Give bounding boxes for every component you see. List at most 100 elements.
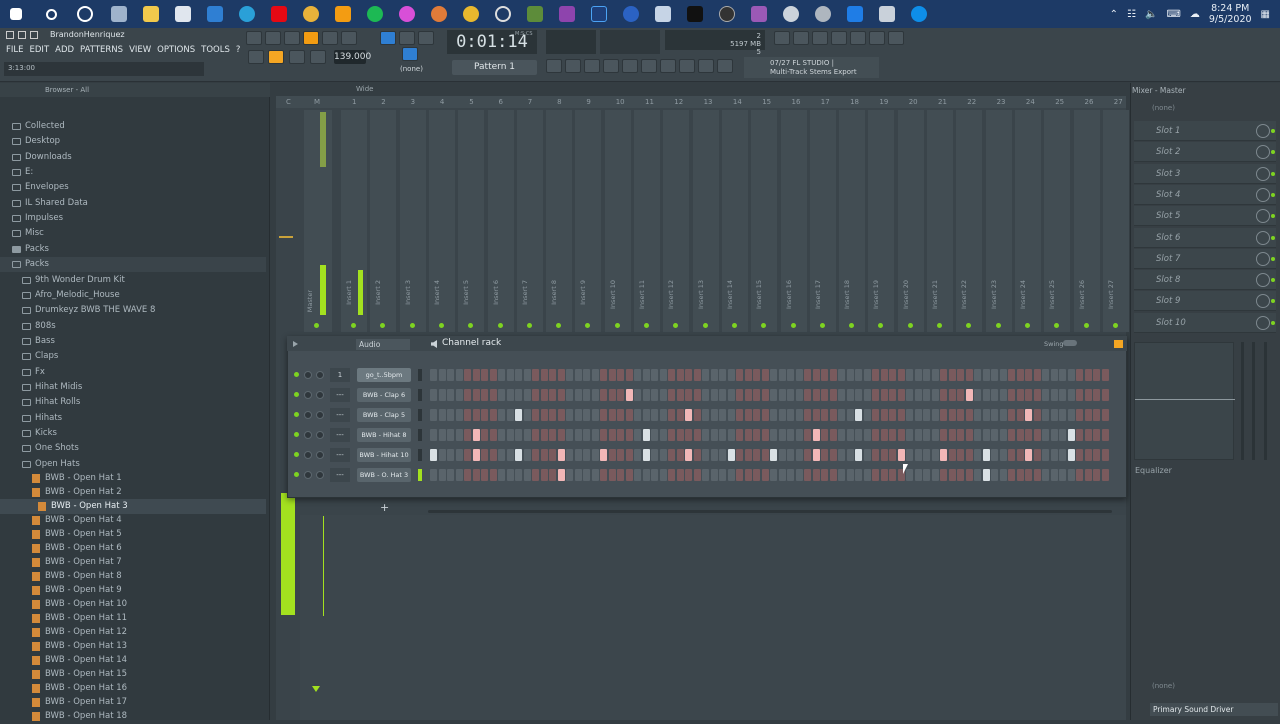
channel-pan-knob[interactable]	[304, 391, 312, 399]
playlist-button[interactable]	[546, 59, 562, 73]
channel-pan-knob[interactable]	[304, 411, 312, 419]
step-button[interactable]	[1101, 469, 1109, 481]
channel-select-led[interactable]	[418, 389, 422, 401]
step-button[interactable]	[634, 409, 641, 421]
step-button[interactable]	[838, 469, 845, 481]
project-picker-button[interactable]	[698, 59, 714, 73]
step-button[interactable]	[914, 409, 922, 421]
step-button[interactable]	[523, 409, 531, 421]
step-button[interactable]	[787, 409, 794, 421]
step-button[interactable]	[549, 389, 556, 401]
step-button[interactable]	[1016, 449, 1024, 461]
step-button[interactable]	[1067, 449, 1075, 461]
step-button[interactable]	[812, 409, 820, 421]
step-button[interactable]	[642, 429, 650, 441]
channel-mixer-track[interactable]: ---	[330, 448, 350, 462]
step-button[interactable]	[506, 469, 514, 481]
step-button[interactable]	[574, 389, 582, 401]
browser-item[interactable]: Packs	[0, 242, 266, 257]
step-button[interactable]	[778, 469, 786, 481]
step-button[interactable]	[591, 469, 599, 481]
step-button[interactable]	[1050, 389, 1058, 401]
channel-volume-knob[interactable]	[316, 471, 324, 479]
step-button[interactable]	[974, 409, 981, 421]
step-button[interactable]	[753, 389, 760, 401]
step-button[interactable]	[736, 369, 743, 381]
step-button[interactable]	[566, 429, 573, 441]
step-button[interactable]	[753, 469, 760, 481]
step-button[interactable]	[583, 469, 590, 481]
browser-item[interactable]: BWB - Open Hat 5	[0, 527, 266, 542]
step-button[interactable]	[566, 369, 573, 381]
step-button[interactable]	[897, 409, 905, 421]
step-button[interactable]	[872, 429, 879, 441]
step-button[interactable]	[489, 469, 497, 481]
metronome-icon[interactable]	[418, 31, 434, 45]
channel-mute-led[interactable]	[294, 392, 299, 397]
step-button[interactable]	[642, 369, 650, 381]
step-button[interactable]	[1025, 429, 1032, 441]
volume-icon[interactable]: 🔈	[1145, 9, 1157, 20]
step-button[interactable]	[608, 429, 616, 441]
step-button[interactable]	[736, 469, 743, 481]
step-button[interactable]	[744, 449, 752, 461]
step-button[interactable]	[600, 389, 607, 401]
step-button[interactable]	[1093, 409, 1100, 421]
step-button[interactable]	[472, 469, 480, 481]
step-button[interactable]	[1033, 389, 1041, 401]
step-button[interactable]	[982, 429, 990, 441]
step-button[interactable]	[634, 449, 641, 461]
step-button[interactable]	[991, 409, 998, 421]
step-button[interactable]	[778, 409, 786, 421]
step-button[interactable]	[702, 449, 709, 461]
step-button[interactable]	[634, 369, 641, 381]
step-button[interactable]	[991, 389, 998, 401]
clock[interactable]: 8:24 PM 9/5/2020	[1209, 3, 1252, 25]
step-button[interactable]	[676, 449, 684, 461]
browser-item[interactable]: Downloads	[0, 150, 266, 165]
step-button[interactable]	[685, 409, 692, 421]
step-button[interactable]	[1076, 469, 1083, 481]
step-button[interactable]	[532, 369, 539, 381]
step-button[interactable]	[659, 409, 667, 421]
step-button[interactable]	[974, 389, 981, 401]
step-button[interactable]	[1084, 369, 1092, 381]
fx-slot[interactable]: Slot 6	[1134, 227, 1276, 248]
step-button[interactable]	[846, 369, 854, 381]
step-button[interactable]	[523, 469, 531, 481]
step-button[interactable]	[821, 409, 828, 421]
fx-enable-led[interactable]	[1271, 256, 1275, 261]
step-button[interactable]	[642, 449, 650, 461]
step-button[interactable]	[710, 369, 718, 381]
step-button[interactable]	[523, 449, 531, 461]
song-mode-button[interactable]	[248, 50, 264, 64]
step-button[interactable]	[540, 389, 548, 401]
step-button[interactable]	[1008, 389, 1015, 401]
step-button[interactable]	[566, 389, 573, 401]
fx-mix-knob[interactable]	[1256, 251, 1270, 266]
step-button[interactable]	[617, 469, 624, 481]
step-button[interactable]	[787, 429, 794, 441]
fx-slot[interactable]: Slot 3	[1134, 163, 1276, 184]
step-button[interactable]	[625, 469, 633, 481]
step-button[interactable]	[574, 469, 582, 481]
step-button[interactable]	[948, 429, 956, 441]
channel-pan-knob[interactable]	[304, 451, 312, 459]
app-icon-9[interactable]	[431, 6, 447, 22]
step-button[interactable]	[1025, 449, 1032, 461]
minecraft-icon[interactable]	[527, 6, 543, 22]
step-button[interactable]	[455, 389, 463, 401]
step-button[interactable]	[617, 449, 624, 461]
step-button[interactable]	[566, 409, 573, 421]
step-button[interactable]	[447, 369, 454, 381]
step-button[interactable]	[727, 369, 735, 381]
step-button[interactable]	[1067, 369, 1075, 381]
fx-slot[interactable]: Slot 1	[1134, 121, 1276, 141]
step-button[interactable]	[676, 429, 684, 441]
app-icon-21[interactable]	[815, 6, 831, 22]
step-button[interactable]	[659, 369, 667, 381]
step-button[interactable]	[523, 429, 531, 441]
step-button[interactable]	[914, 429, 922, 441]
channel-selector[interactable]: (none)	[400, 65, 423, 73]
save-button[interactable]	[850, 31, 866, 45]
